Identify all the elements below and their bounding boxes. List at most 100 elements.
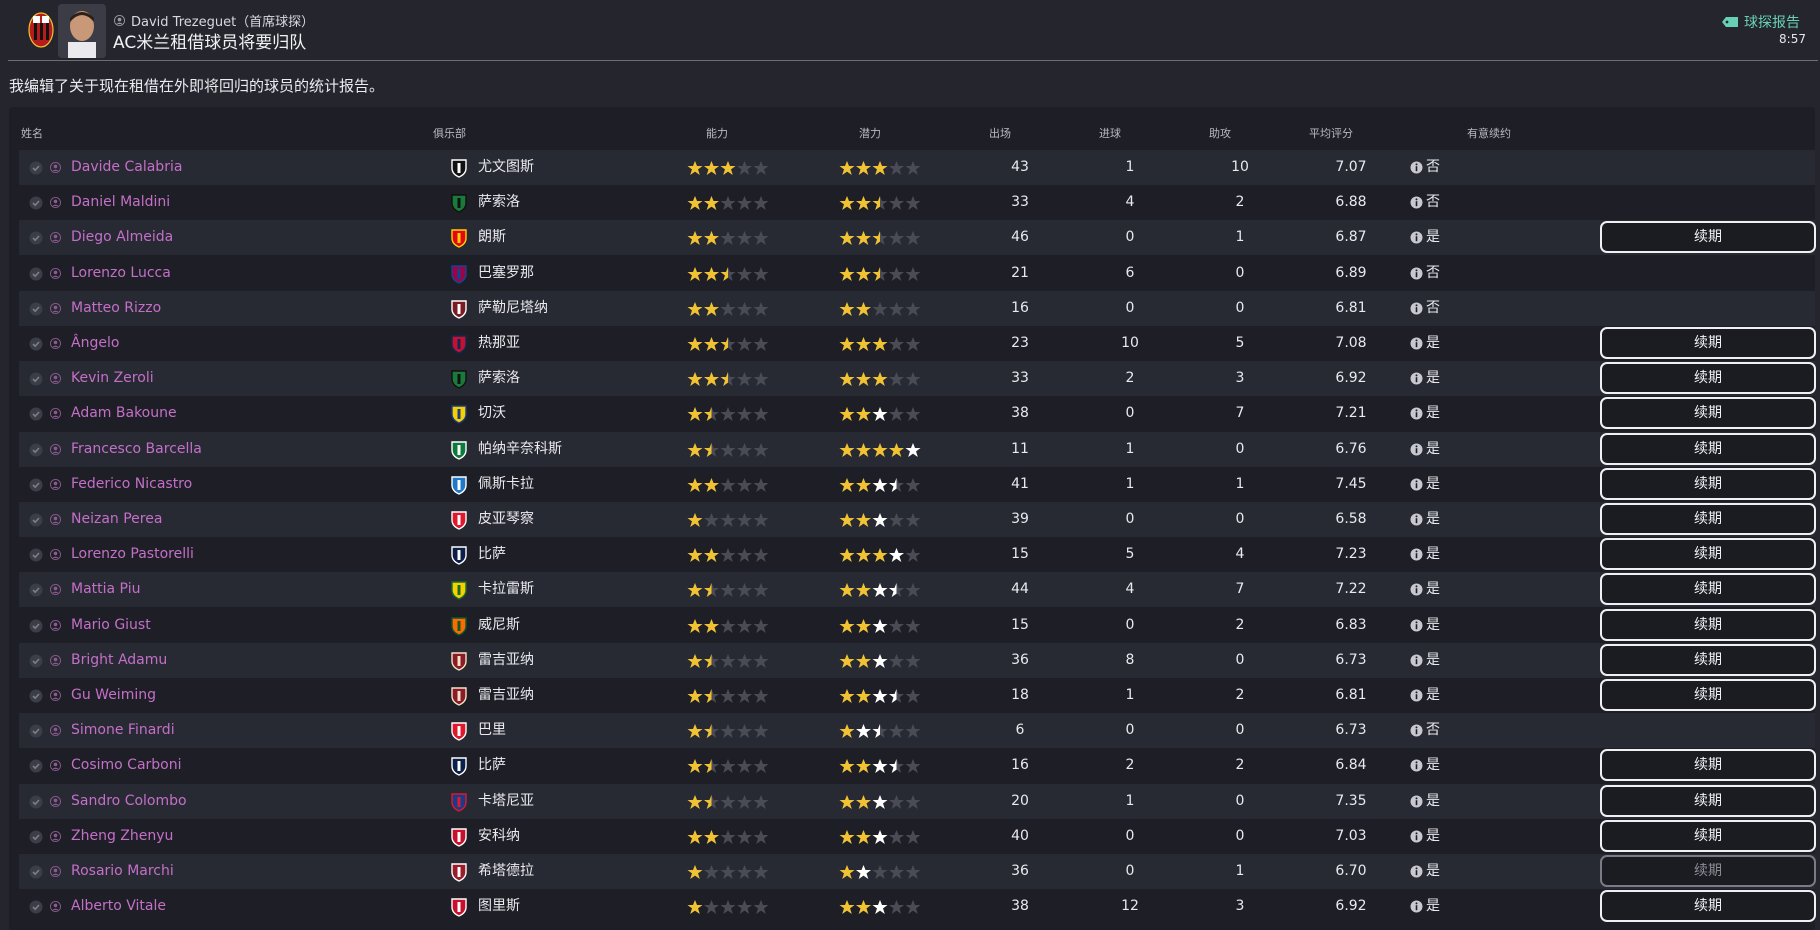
player-name-link[interactable]: Bright Adamu bbox=[71, 643, 167, 678]
table-row[interactable]: Mattia Piu 卡拉雷斯 44 4 7 7.22 是续期 bbox=[19, 572, 1816, 608]
player-name-link[interactable]: Mattia Piu bbox=[71, 572, 140, 607]
club-name[interactable]: 巴里 bbox=[478, 713, 506, 748]
checkmark-icon[interactable] bbox=[29, 337, 43, 351]
club-badge-icon[interactable] bbox=[449, 756, 469, 777]
info-icon[interactable] bbox=[1410, 196, 1423, 209]
info-icon[interactable] bbox=[1410, 654, 1423, 667]
info-icon[interactable] bbox=[1410, 231, 1423, 244]
checkmark-icon[interactable] bbox=[29, 759, 43, 773]
info-icon[interactable] bbox=[1410, 302, 1423, 315]
info-icon[interactable] bbox=[1410, 372, 1423, 385]
player-name-link[interactable]: Cosimo Carboni bbox=[71, 748, 182, 783]
club-name[interactable]: 萨索洛 bbox=[478, 361, 520, 396]
info-icon[interactable] bbox=[1410, 478, 1423, 491]
table-row[interactable]: Federico Nicastro 佩斯卡拉 41 1 1 7.45 是 续期 bbox=[19, 467, 1816, 502]
info-icon[interactable] bbox=[1410, 795, 1423, 808]
checkmark-icon[interactable] bbox=[29, 443, 43, 457]
table-row[interactable]: Francesco Barcella 帕纳辛奈科斯 11 1 0 6.76 是续期 bbox=[19, 431, 1816, 467]
club-badge-icon[interactable] bbox=[449, 264, 469, 284]
club-name[interactable]: 热那亚 bbox=[478, 326, 520, 361]
player-name-link[interactable]: Daniel Maldini bbox=[71, 185, 170, 220]
renew-contract-button[interactable]: 续期 bbox=[1600, 503, 1816, 535]
table-row[interactable]: Daniel Maldini 萨索洛 33 4 2 6.88 否 bbox=[19, 185, 1815, 220]
club-name[interactable]: 安科纳 bbox=[478, 819, 520, 854]
col-potential[interactable]: 潜力 bbox=[859, 125, 881, 141]
renew-contract-button[interactable]: 续期 bbox=[1600, 855, 1816, 887]
player-name-link[interactable]: Neizan Perea bbox=[71, 502, 162, 537]
col-goals[interactable]: 进球 bbox=[1099, 125, 1121, 141]
club-badge-icon[interactable] bbox=[449, 616, 469, 636]
player-name-link[interactable]: Lorenzo Lucca bbox=[71, 256, 171, 291]
table-row[interactable]: Adam Bakoune 切沃 38 0 7 7.21 是 续期 bbox=[19, 396, 1816, 431]
renew-contract-button[interactable]: 续期 bbox=[1600, 608, 1816, 641]
info-icon[interactable] bbox=[1410, 407, 1423, 420]
checkmark-icon[interactable] bbox=[29, 583, 43, 597]
checkmark-icon[interactable] bbox=[29, 689, 43, 703]
table-row[interactable]: Neizan Perea 皮亚琴察 39 0 0 6.58 是 续期 bbox=[19, 502, 1816, 537]
renew-contract-button[interactable]: 续期 bbox=[1600, 679, 1816, 711]
club-badge-icon[interactable] bbox=[449, 545, 469, 565]
club-name[interactable]: 比萨 bbox=[478, 537, 506, 572]
club-name[interactable]: 萨勒尼塔纳 bbox=[478, 291, 548, 326]
renew-contract-button[interactable]: 续期 bbox=[1600, 643, 1816, 676]
club-badge-icon[interactable] bbox=[449, 158, 469, 178]
renew-contract-button[interactable]: 续期 bbox=[1600, 432, 1816, 465]
info-icon[interactable] bbox=[1410, 724, 1423, 737]
club-badge-icon[interactable] bbox=[449, 580, 469, 601]
club-name[interactable]: 卡塔尼亚 bbox=[478, 784, 534, 819]
club-name[interactable]: 佩斯卡拉 bbox=[478, 467, 534, 502]
table-row[interactable]: Lorenzo Lucca 巴塞罗那 21 6 0 6.89 否 bbox=[19, 256, 1815, 291]
player-name-link[interactable]: Diego Almeida bbox=[71, 220, 173, 255]
checkmark-icon[interactable] bbox=[29, 231, 43, 245]
checkmark-icon[interactable] bbox=[29, 372, 43, 386]
table-row[interactable]: Matteo Rizzo 萨勒尼塔纳 16 0 0 6.81 否 bbox=[19, 290, 1815, 326]
renew-contract-button[interactable]: 续期 bbox=[1600, 362, 1816, 395]
player-name-link[interactable]: Gu Weiming bbox=[71, 678, 156, 713]
player-name-link[interactable]: Davide Calabria bbox=[71, 150, 182, 185]
player-name-link[interactable]: Alberto Vitale bbox=[71, 889, 166, 924]
club-name[interactable]: 雷吉亚纳 bbox=[478, 678, 534, 713]
scout-report-link[interactable]: 球探报告 bbox=[1722, 12, 1800, 32]
info-icon[interactable] bbox=[1410, 900, 1423, 913]
club-name[interactable]: 雷吉亚纳 bbox=[478, 643, 534, 678]
checkmark-icon[interactable] bbox=[29, 900, 43, 914]
player-name-link[interactable]: Federico Nicastro bbox=[71, 467, 192, 502]
table-row[interactable]: Diego Almeida 朗斯 46 0 1 6.87 是 续期 bbox=[19, 220, 1816, 256]
club-badge-icon[interactable] bbox=[449, 827, 469, 847]
col-ability[interactable]: 能力 bbox=[706, 125, 728, 141]
renew-contract-button[interactable]: 续期 bbox=[1600, 749, 1816, 782]
player-name-link[interactable]: Adam Bakoune bbox=[71, 396, 177, 431]
club-badge-icon[interactable] bbox=[449, 475, 469, 495]
info-icon[interactable] bbox=[1410, 161, 1423, 174]
checkmark-icon[interactable] bbox=[29, 795, 43, 809]
col-name[interactable]: 姓名 bbox=[21, 125, 43, 141]
club-badge-icon[interactable] bbox=[449, 862, 469, 882]
col-avg-rating[interactable]: 平均评分 bbox=[1309, 125, 1353, 141]
player-name-link[interactable]: Simone Finardi bbox=[71, 713, 175, 748]
checkmark-icon[interactable] bbox=[29, 724, 43, 738]
player-name-link[interactable]: Rosario Marchi bbox=[71, 854, 174, 889]
checkmark-icon[interactable] bbox=[29, 830, 43, 844]
checkmark-icon[interactable] bbox=[29, 478, 43, 492]
table-row[interactable]: Cosimo Carboni 比萨 16 2 2 6.84 是 续期 bbox=[19, 748, 1816, 783]
info-icon[interactable] bbox=[1410, 583, 1423, 596]
table-row[interactable]: Zheng Zhenyu 安科纳 40 0 0 7.03 是 续期 bbox=[19, 819, 1816, 854]
club-name[interactable]: 皮亚琴察 bbox=[478, 502, 534, 537]
scout-avatar[interactable] bbox=[58, 4, 106, 58]
club-badge-icon[interactable] bbox=[449, 193, 469, 213]
info-icon[interactable] bbox=[1410, 337, 1423, 350]
club-name[interactable]: 尤文图斯 bbox=[478, 150, 534, 185]
info-icon[interactable] bbox=[1410, 513, 1423, 526]
table-row[interactable]: Davide Calabria 尤文图斯 43 1 10 7.07 否 bbox=[19, 150, 1815, 185]
club-badge-icon[interactable] bbox=[449, 334, 469, 354]
table-row[interactable]: Lorenzo Pastorelli 比萨 15 5 4 7.23 是 续期 bbox=[19, 537, 1816, 572]
renew-contract-button[interactable]: 续期 bbox=[1600, 784, 1816, 817]
checkmark-icon[interactable] bbox=[29, 513, 43, 527]
club-badge-icon[interactable] bbox=[449, 792, 469, 812]
table-row[interactable]: Ângelo 热那亚 23 10 5 7.08 是 续期 bbox=[19, 326, 1816, 361]
club-name[interactable]: 切沃 bbox=[478, 396, 506, 431]
club-badge-icon[interactable] bbox=[449, 299, 469, 319]
checkmark-icon[interactable] bbox=[29, 267, 43, 281]
club-name[interactable]: 帕纳辛奈科斯 bbox=[478, 432, 562, 467]
checkmark-icon[interactable] bbox=[29, 654, 43, 668]
